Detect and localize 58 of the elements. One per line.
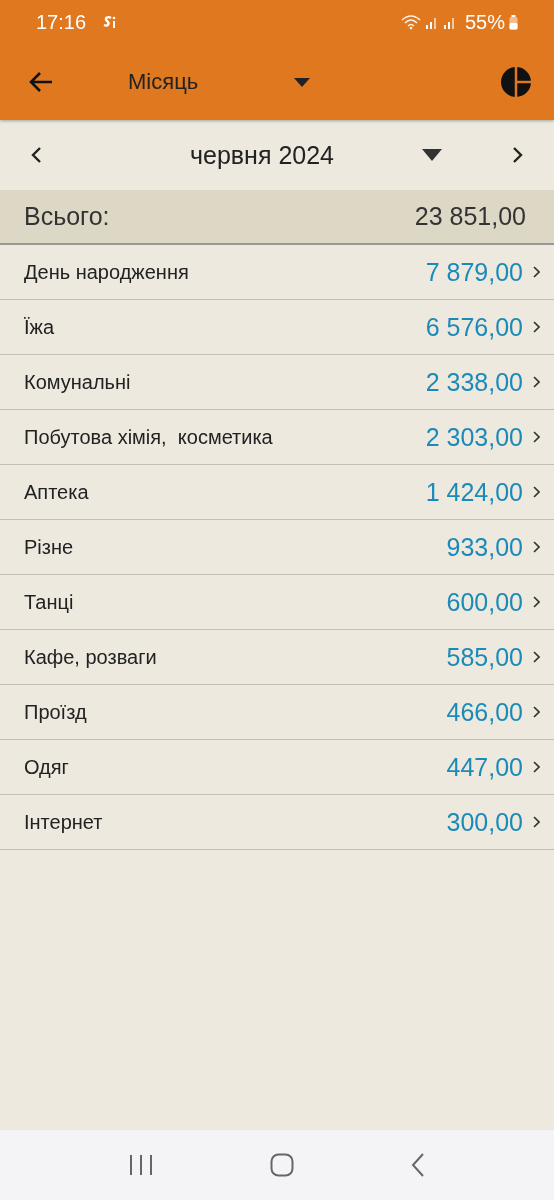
chevron-right-icon: [512, 146, 524, 164]
category-row[interactable]: День народження 7 879,00: [0, 245, 554, 300]
chevron-icon: [533, 541, 540, 553]
category-name: Кафе, розваги: [24, 645, 158, 669]
category-amount: 6 576,00: [425, 312, 523, 342]
chevron-icon: [533, 816, 540, 828]
category-name: Комунальні: [24, 370, 132, 394]
category-amount: 447,00: [446, 752, 523, 782]
category-amount: 600,00: [446, 587, 523, 617]
category-name: Аптека: [24, 480, 90, 504]
category-row[interactable]: Комунальні 2 338,00: [0, 355, 554, 410]
chevron-icon: [533, 431, 540, 443]
chevron-icon: [533, 376, 540, 388]
wifi-icon: [400, 14, 421, 30]
chevron-icon: [533, 596, 540, 608]
category-name: Одяг: [24, 755, 70, 779]
chevron-icon: [533, 486, 540, 498]
three-bars-icon: [128, 1154, 153, 1176]
category-row[interactable]: Аптека 1 424,00: [0, 465, 554, 520]
chevron-icon: [533, 266, 540, 278]
chevron-left-icon: [30, 146, 42, 164]
category-name: Різне: [24, 535, 75, 559]
category-amount: 466,00: [446, 697, 523, 727]
month-label: червня 2024: [189, 140, 335, 170]
category-amount: 2 303,00: [425, 422, 523, 452]
battery-icon: [509, 14, 518, 30]
category-row[interactable]: Побутова хімія, косметика 2 303,00: [0, 410, 554, 465]
category-row[interactable]: Танці 600,00: [0, 575, 554, 630]
category-amount: 1 424,00: [425, 477, 523, 507]
chevron-icon: [533, 706, 540, 718]
category-amount: 2 338,00: [425, 367, 523, 397]
category-amount: 585,00: [446, 642, 523, 672]
category-row[interactable]: Кафе, розваги 585,00: [0, 630, 554, 685]
category-amount: 933,00: [446, 532, 523, 562]
caret-icon: [294, 77, 311, 87]
total-label: Всього:: [24, 202, 110, 231]
status-time: 17:16: [36, 10, 87, 34]
category-amount: 300,00: [446, 807, 523, 837]
category-name: Їжа: [24, 315, 56, 339]
category-name: Проїзд: [24, 700, 88, 724]
category-name: Танці: [24, 590, 75, 614]
category-name: Побутова хімія, косметика: [24, 425, 274, 449]
chevron-icon: [533, 651, 540, 663]
category-name: Інтернет: [24, 810, 104, 834]
category-row[interactable]: Різне 933,00: [0, 520, 554, 575]
category-row[interactable]: Проїзд 466,00: [0, 685, 554, 740]
period-dropdown[interactable]: Місяць: [128, 69, 311, 95]
battery-level: 55%: [464, 10, 505, 34]
chevron-icon: [533, 321, 540, 333]
chevron-icon: [533, 761, 540, 773]
category-row[interactable]: Їжа 6 576,00: [0, 300, 554, 355]
category-amount: 7 879,00: [425, 257, 523, 287]
category-name: День народження: [24, 260, 190, 284]
category-row[interactable]: Інтернет 300,00: [0, 795, 554, 850]
chevron-left-icon: [411, 1153, 426, 1177]
notification-icon: [102, 15, 117, 29]
total-amount: 23 851,00: [414, 202, 526, 231]
category-row[interactable]: Одяг 447,00: [0, 740, 554, 795]
